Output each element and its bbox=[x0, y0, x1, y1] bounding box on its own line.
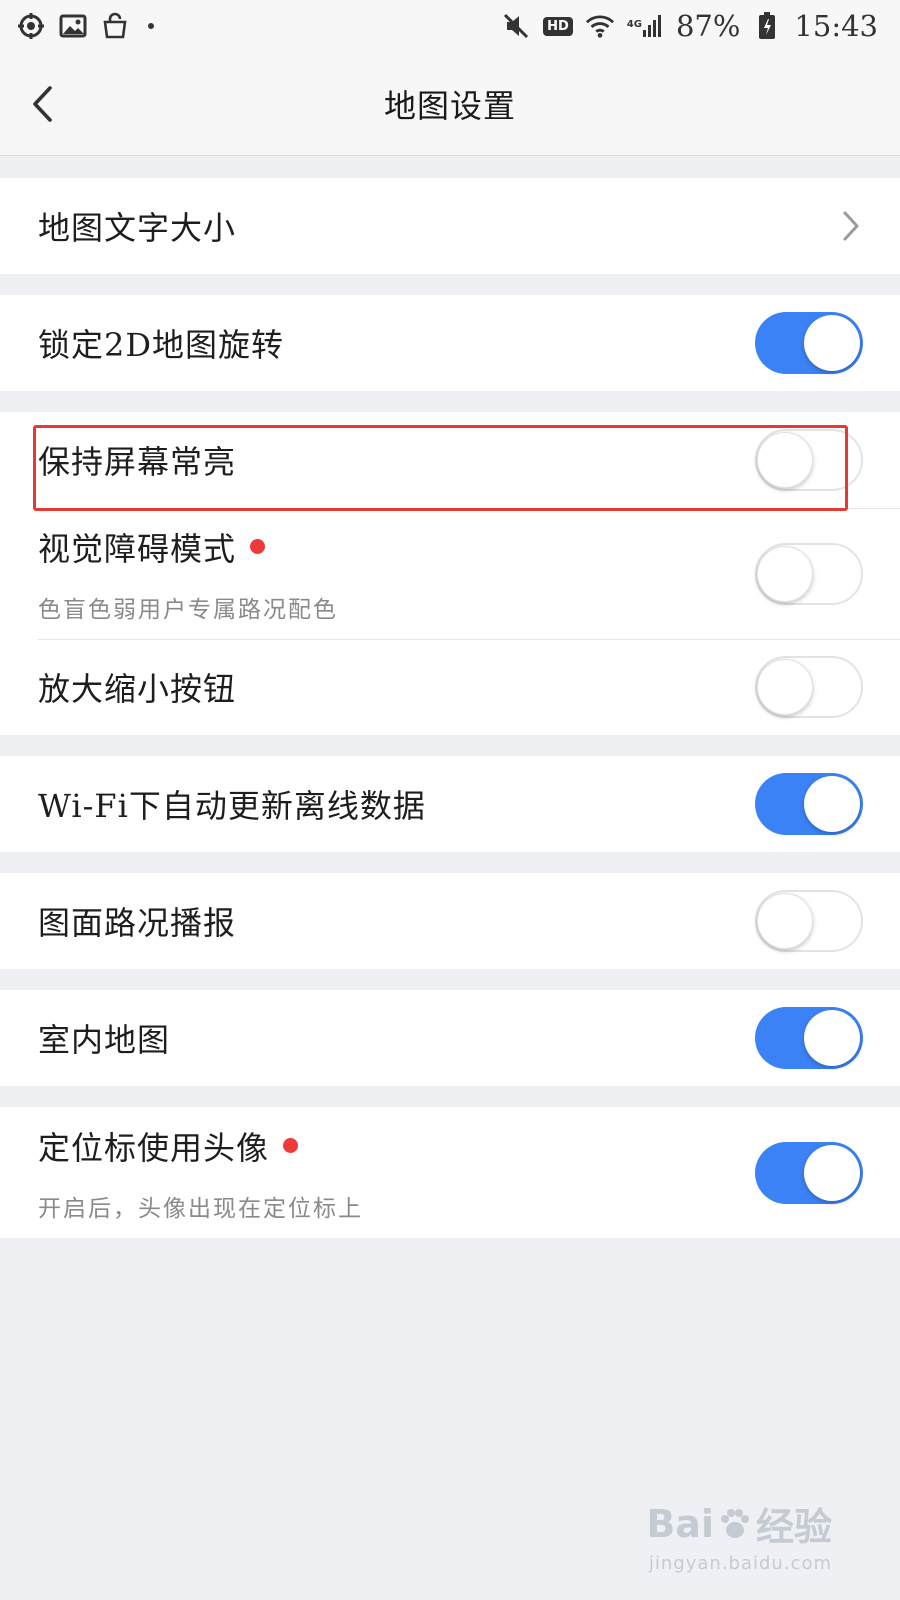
toggle-knob bbox=[804, 315, 860, 371]
settings-group-rotation: 锁定2D地图旋转 bbox=[0, 295, 900, 391]
status-bar-left bbox=[16, 12, 154, 40]
indoor-map-toggle[interactable] bbox=[755, 1007, 863, 1069]
setting-row-accessibility-mode: 视觉障碍模式 色盲色弱用户专属路况配色 bbox=[0, 508, 900, 639]
settings-group-display: 保持屏幕常亮 视觉障碍模式 色盲色弱用户专属路况配色 放大缩小按钮 bbox=[0, 412, 900, 735]
wifi-auto-update-toggle[interactable] bbox=[755, 773, 863, 835]
clock-time: 15:43 bbox=[794, 9, 878, 43]
baidu-jingyan-watermark: Bai 经验 jingyan.baidu.com bbox=[646, 1496, 832, 1575]
mute-icon bbox=[501, 12, 531, 40]
back-button[interactable] bbox=[22, 82, 62, 126]
settings-group-text-size: 地图文字大小 bbox=[0, 178, 900, 274]
watermark-url: jingyan.baidu.com bbox=[648, 1553, 832, 1574]
setting-row-wifi-auto-update: Wi-Fi下自动更新离线数据 bbox=[0, 756, 900, 852]
setting-label: 锁定2D地图旋转 bbox=[38, 326, 285, 364]
settings-group-indoor: 室内地图 bbox=[0, 990, 900, 1086]
setting-row-indoor-map: 室内地图 bbox=[0, 990, 900, 1086]
settings-group-avatar: 定位标使用头像 开启后，头像出现在定位标上 bbox=[0, 1107, 900, 1238]
settings-group-traffic: 图面路况播报 bbox=[0, 873, 900, 969]
setting-description: 开启后，头像出现在定位标上 bbox=[38, 1195, 363, 1222]
new-badge-dot bbox=[250, 539, 266, 554]
lock-2d-rotation-toggle[interactable] bbox=[755, 312, 863, 374]
signal-icon: 4G bbox=[627, 14, 664, 38]
setting-row-map-text-size[interactable]: 地图文字大小 bbox=[0, 178, 900, 274]
battery-percent: 87% bbox=[675, 9, 741, 43]
chevron-right-icon bbox=[836, 206, 866, 246]
setting-label: 视觉障碍模式 bbox=[38, 529, 237, 568]
notification-dot-icon bbox=[148, 23, 154, 29]
watermark-suffix: 经验 bbox=[755, 1505, 832, 1549]
location-target-icon bbox=[16, 12, 46, 40]
status-bar-right: HD 4G 87% 15:43 bbox=[501, 9, 878, 43]
toggle-knob bbox=[757, 432, 813, 488]
setting-label: 图面路况播报 bbox=[38, 904, 237, 942]
setting-row-zoom-buttons: 放大缩小按钮 bbox=[0, 639, 900, 735]
accessibility-mode-toggle[interactable] bbox=[755, 542, 863, 605]
wifi-icon bbox=[585, 12, 615, 40]
paw-icon bbox=[720, 1508, 749, 1538]
shopping-bag-icon bbox=[100, 12, 130, 40]
setting-row-traffic-broadcast: 图面路况播报 bbox=[0, 873, 900, 969]
watermark-brand: Bai bbox=[646, 1501, 714, 1546]
toggle-knob bbox=[757, 893, 813, 949]
setting-label: 定位标使用头像 bbox=[38, 1128, 270, 1167]
image-icon bbox=[58, 12, 88, 40]
setting-description: 色盲色弱用户专属路况配色 bbox=[38, 596, 338, 623]
battery-charging-icon bbox=[752, 12, 782, 40]
setting-label: 室内地图 bbox=[38, 1021, 171, 1059]
settings-group-offline: Wi-Fi下自动更新离线数据 bbox=[0, 756, 900, 852]
setting-label: Wi-Fi下自动更新离线数据 bbox=[38, 787, 426, 825]
keep-screen-on-toggle[interactable] bbox=[755, 429, 863, 491]
page-title: 地图设置 bbox=[383, 86, 516, 125]
avatar-location-toggle[interactable] bbox=[755, 1141, 863, 1204]
setting-label: 放大缩小按钮 bbox=[38, 670, 237, 708]
toggle-knob bbox=[757, 659, 813, 715]
network-type-label: 4G bbox=[626, 19, 642, 30]
setting-row-lock-2d-rotation: 锁定2D地图旋转 bbox=[0, 295, 900, 391]
status-bar: HD 4G 87% 15:43 bbox=[0, 0, 900, 52]
hd-icon: HD bbox=[543, 16, 573, 36]
toggle-knob bbox=[804, 1144, 860, 1201]
setting-label: 保持屏幕常亮 bbox=[38, 443, 237, 481]
toggle-knob bbox=[757, 545, 813, 602]
setting-row-keep-screen-on: 保持屏幕常亮 bbox=[0, 412, 900, 508]
new-badge-dot bbox=[283, 1138, 299, 1153]
zoom-buttons-toggle[interactable] bbox=[755, 656, 863, 718]
toggle-knob bbox=[804, 776, 860, 832]
traffic-broadcast-toggle[interactable] bbox=[755, 890, 863, 952]
nav-bar: 地图设置 bbox=[0, 52, 900, 156]
toggle-knob bbox=[804, 1010, 860, 1066]
setting-row-avatar-location: 定位标使用头像 开启后，头像出现在定位标上 bbox=[0, 1107, 900, 1238]
setting-label: 地图文字大小 bbox=[38, 209, 237, 247]
chevron-left-icon bbox=[33, 86, 52, 122]
